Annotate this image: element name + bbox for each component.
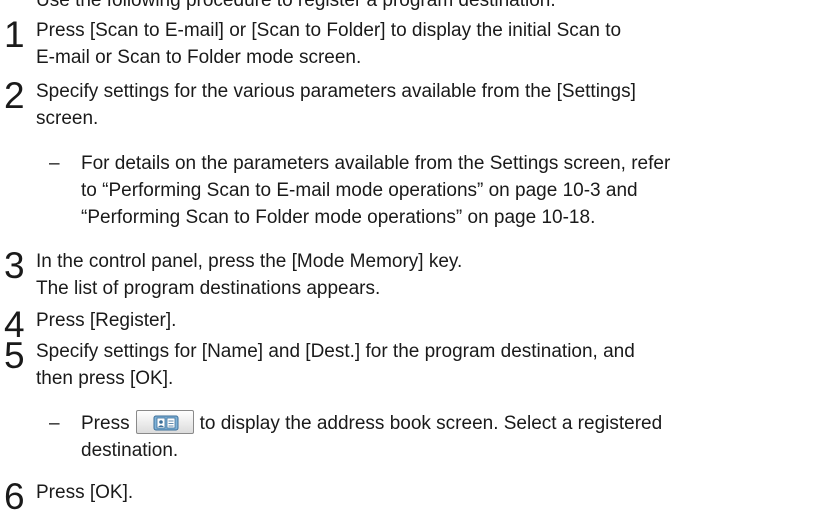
step-text-line: Specify settings for the various paramet… (36, 81, 636, 102)
step-number: 6 (4, 476, 25, 517)
note-line: destination. (81, 440, 179, 461)
step-text-line: then press [OK]. (36, 368, 174, 389)
note-line: to “Performing Scan to E-mail mode opera… (81, 180, 638, 201)
note-line: Press to display the address book screen… (81, 409, 663, 438)
step-text-line: Press [Register]. (36, 310, 177, 331)
note-dash: – (49, 153, 60, 174)
address-book-button[interactable] (135, 409, 194, 434)
step-number: 1 (4, 14, 25, 55)
note-dash: – (49, 413, 60, 434)
step-text-line: Press [OK]. (36, 482, 134, 503)
note-text: Press (81, 413, 130, 434)
step-text-line: The list of program destinations appears… (36, 278, 381, 299)
step-number: 3 (4, 245, 25, 286)
step-text-line: E-mail or Scan to Folder mode screen. (36, 47, 362, 68)
note-line: “Performing Scan to Folder mode operatio… (81, 207, 596, 228)
step-text-line: Specify settings for [Name] and [Dest.] … (36, 341, 635, 362)
note-line: For details on the parameters available … (81, 153, 671, 174)
partial-heading-text: Use the following procedure to register … (36, 0, 556, 11)
step-text-line: screen. (36, 108, 99, 129)
step-number: 2 (4, 75, 25, 116)
step-text-line: Press [Scan to E-mail] or [Scan to Folde… (36, 20, 622, 41)
step-text-line: In the control panel, press the [Mode Me… (36, 251, 463, 272)
address-book-icon (153, 415, 179, 431)
note-text: to display the address book screen. Sele… (199, 413, 663, 434)
step-number: 5 (4, 335, 25, 376)
